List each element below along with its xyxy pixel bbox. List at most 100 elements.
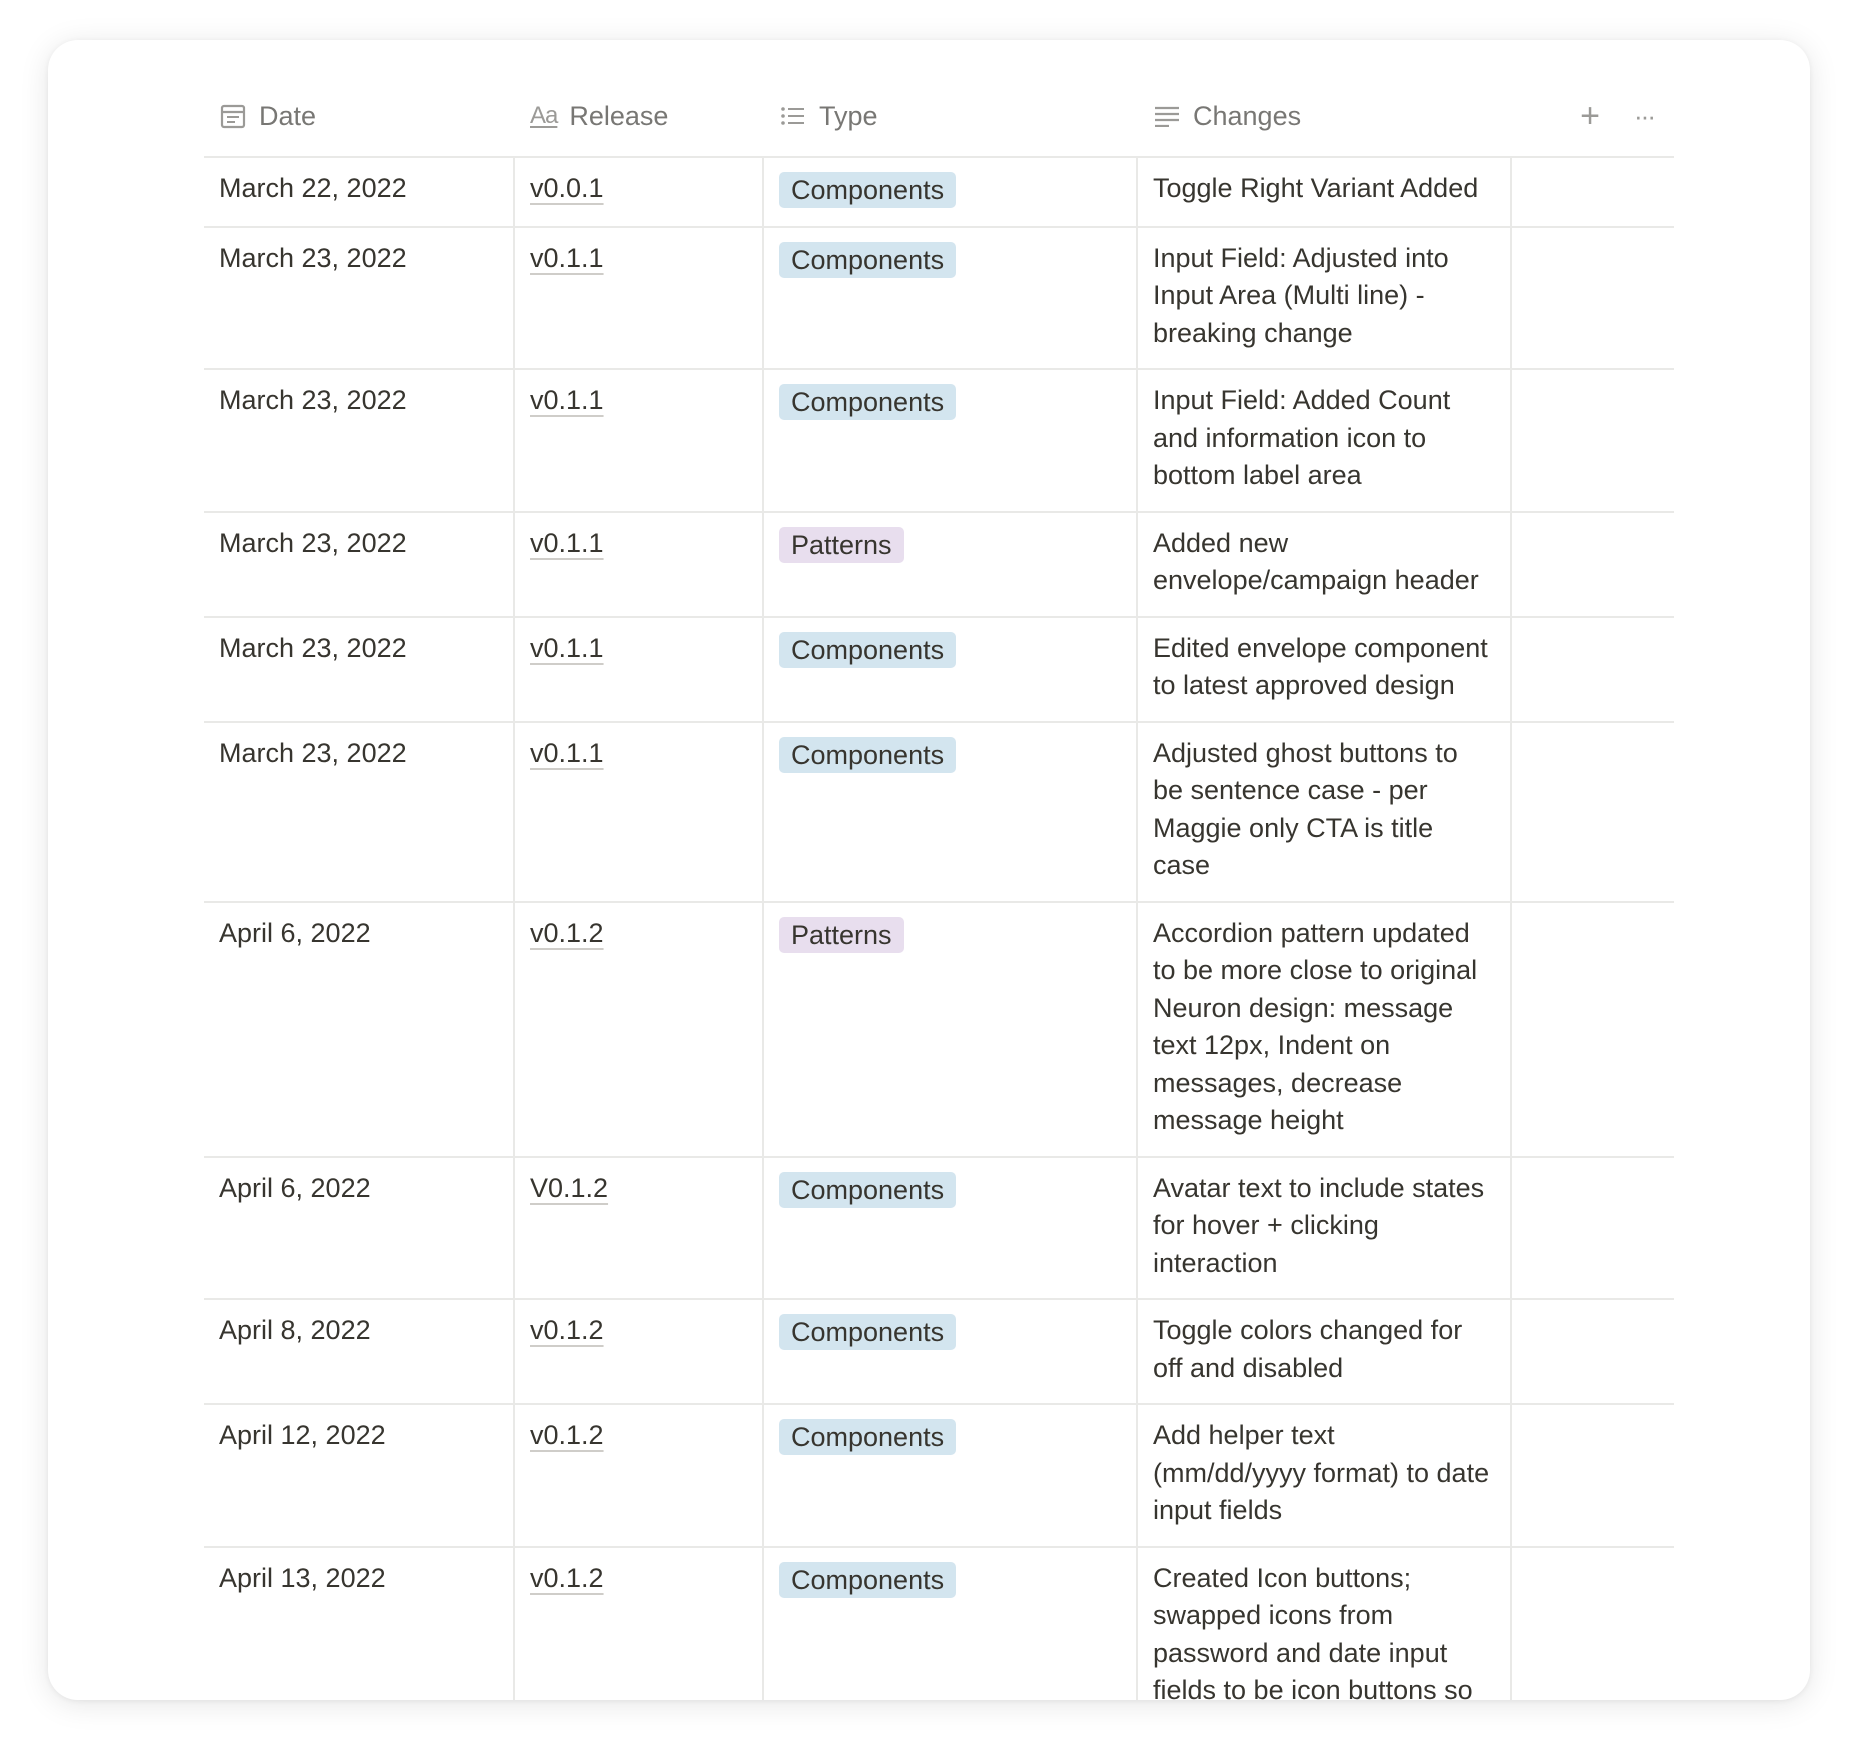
column-header-date[interactable]: Date [204, 76, 515, 156]
empty-cell [1512, 1300, 1674, 1403]
column-header-release[interactable]: Aa Release [515, 76, 764, 156]
more-options-icon[interactable]: ··· [1634, 101, 1656, 132]
type-tag: Components [779, 736, 957, 773]
release-cell[interactable]: V0.1.2 [515, 1157, 764, 1298]
release-link[interactable]: v0.0.1 [530, 173, 604, 203]
release-link[interactable]: v0.1.1 [530, 243, 604, 273]
release-link[interactable]: v0.1.2 [530, 1563, 604, 1593]
type-tag: Components [779, 631, 957, 668]
type-tag: Components [779, 1171, 957, 1208]
type-cell[interactable]: Components [764, 1300, 1138, 1403]
column-label-type: Type [819, 100, 878, 131]
date-cell[interactable]: April 6, 2022 [204, 902, 515, 1156]
changelog-table: Date Aa Release Type Changes + ··· March… [204, 76, 1674, 1700]
release-link[interactable]: v0.1.2 [530, 918, 604, 948]
table-header: Date Aa Release Type Changes + ··· [204, 76, 1674, 158]
release-cell[interactable]: v0.0.1 [515, 158, 764, 226]
table-row[interactable]: March 23, 2022 v0.1.1 Components Input F… [204, 370, 1674, 513]
release-cell[interactable]: v0.1.2 [515, 1405, 764, 1546]
changes-cell[interactable]: Toggle Right Variant Added [1138, 158, 1512, 226]
type-cell[interactable]: Patterns [764, 512, 1138, 616]
type-cell[interactable]: Patterns [764, 902, 1138, 1156]
date-cell[interactable]: April 12, 2022 [204, 1405, 515, 1546]
type-cell[interactable]: Components [764, 227, 1138, 368]
release-cell[interactable]: v0.1.1 [515, 370, 764, 511]
date-value: April 12, 2022 [219, 1420, 386, 1450]
release-cell[interactable]: v0.1.2 [515, 902, 764, 1156]
date-cell[interactable]: March 23, 2022 [204, 617, 515, 721]
empty-cell [1512, 228, 1674, 369]
type-cell[interactable]: Components [764, 617, 1138, 721]
release-cell[interactable]: v0.1.1 [515, 227, 764, 368]
date-cell[interactable]: April 6, 2022 [204, 1157, 515, 1298]
changes-cell[interactable]: Created Icon buttons; swapped icons from… [1138, 1547, 1512, 1700]
type-cell[interactable]: Components [764, 722, 1138, 901]
changes-cell[interactable]: Accordion pattern updated to be more clo… [1138, 902, 1512, 1156]
release-link[interactable]: v0.1.1 [530, 385, 604, 415]
add-property-icon[interactable]: + [1580, 97, 1600, 136]
date-cell[interactable]: March 22, 2022 [204, 158, 515, 226]
date-cell[interactable]: March 23, 2022 [204, 227, 515, 368]
release-link[interactable]: v0.1.2 [530, 1315, 604, 1345]
table-row[interactable]: March 23, 2022 v0.1.1 Components Input F… [204, 227, 1674, 370]
release-link[interactable]: V0.1.2 [530, 1173, 608, 1203]
changes-value: Adjusted ghost buttons to be sentence ca… [1153, 737, 1458, 881]
type-tag: Patterns [779, 916, 904, 953]
changes-cell[interactable]: Edited envelope component to latest appr… [1138, 617, 1512, 721]
release-link[interactable]: v0.1.1 [530, 528, 604, 558]
type-cell[interactable]: Components [764, 1405, 1138, 1546]
changes-cell[interactable]: Input Field: Adjusted into Input Area (M… [1138, 227, 1512, 368]
release-cell[interactable]: v0.1.1 [515, 617, 764, 721]
release-cell[interactable]: v0.1.1 [515, 722, 764, 901]
empty-cell [1512, 1548, 1674, 1701]
column-label-date: Date [259, 100, 317, 131]
column-header-changes[interactable]: Changes [1138, 76, 1512, 156]
date-value: March 23, 2022 [219, 385, 407, 415]
changes-value: Input Field: Added Count and information… [1153, 385, 1451, 490]
table-row[interactable]: April 8, 2022 v0.1.2 Components Toggle c… [204, 1300, 1674, 1405]
table-row[interactable]: April 6, 2022 V0.1.2 Components Avatar t… [204, 1157, 1674, 1300]
changes-cell[interactable]: Add helper text (mm/dd/yyyy format) to d… [1138, 1405, 1512, 1546]
changes-value: Add helper text (mm/dd/yyyy format) to d… [1153, 1420, 1490, 1525]
table-row[interactable]: April 13, 2022 v0.1.2 Components Created… [204, 1547, 1674, 1701]
release-link[interactable]: v0.1.1 [530, 633, 604, 663]
empty-cell [1512, 1405, 1674, 1546]
type-tag: Components [779, 241, 957, 278]
changes-value: Accordion pattern updated to be more clo… [1153, 917, 1478, 1136]
date-cell[interactable]: April 8, 2022 [204, 1300, 515, 1403]
release-link[interactable]: v0.1.2 [530, 1420, 604, 1450]
changes-cell[interactable]: Toggle colors changed for off and disabl… [1138, 1300, 1512, 1403]
date-cell[interactable]: March 23, 2022 [204, 512, 515, 616]
type-cell[interactable]: Components [764, 158, 1138, 226]
changes-value: Input Field: Adjusted into Input Area (M… [1153, 242, 1449, 348]
changes-cell[interactable]: Adjusted ghost buttons to be sentence ca… [1138, 722, 1512, 901]
column-label-release: Release [569, 100, 669, 131]
table-body: March 22, 2022 v0.0.1 Components Toggle … [204, 158, 1674, 1700]
column-header-type[interactable]: Type [764, 76, 1138, 156]
date-cell[interactable]: March 23, 2022 [204, 370, 515, 511]
changes-value: Edited envelope component to latest appr… [1153, 632, 1488, 701]
release-cell[interactable]: v0.1.2 [515, 1300, 764, 1403]
date-cell[interactable]: March 23, 2022 [204, 722, 515, 901]
changes-value: Toggle colors changed for off and disabl… [1153, 1315, 1463, 1383]
release-link[interactable]: v0.1.1 [530, 738, 604, 768]
date-cell[interactable]: April 13, 2022 [204, 1547, 515, 1700]
type-cell[interactable]: Components [764, 1157, 1138, 1298]
table-row[interactable]: April 12, 2022 v0.1.2 Components Add hel… [204, 1405, 1674, 1548]
table-row[interactable]: March 23, 2022 v0.1.1 Patterns Added new… [204, 512, 1674, 618]
database-card: Date Aa Release Type Changes + ··· March… [48, 40, 1810, 1700]
table-row[interactable]: March 23, 2022 v0.1.1 Components Edited … [204, 617, 1674, 723]
type-cell[interactable]: Components [764, 370, 1138, 511]
table-row[interactable]: April 6, 2022 v0.1.2 Patterns Accordion … [204, 902, 1674, 1158]
table-row[interactable]: March 22, 2022 v0.0.1 Components Toggle … [204, 158, 1674, 228]
date-value: March 23, 2022 [219, 242, 407, 273]
release-cell[interactable]: v0.1.2 [515, 1547, 764, 1700]
changes-cell[interactable]: Avatar text to include states for hover … [1138, 1157, 1512, 1298]
changes-cell[interactable]: Input Field: Added Count and information… [1138, 370, 1512, 511]
release-cell[interactable]: v0.1.1 [515, 512, 764, 616]
empty-cell [1512, 1158, 1674, 1299]
table-row[interactable]: March 23, 2022 v0.1.1 Components Adjuste… [204, 722, 1674, 903]
type-cell[interactable]: Components [764, 1547, 1138, 1700]
changes-cell[interactable]: Added new envelope/campaign header [1138, 512, 1512, 616]
date-value: March 23, 2022 [219, 527, 407, 558]
